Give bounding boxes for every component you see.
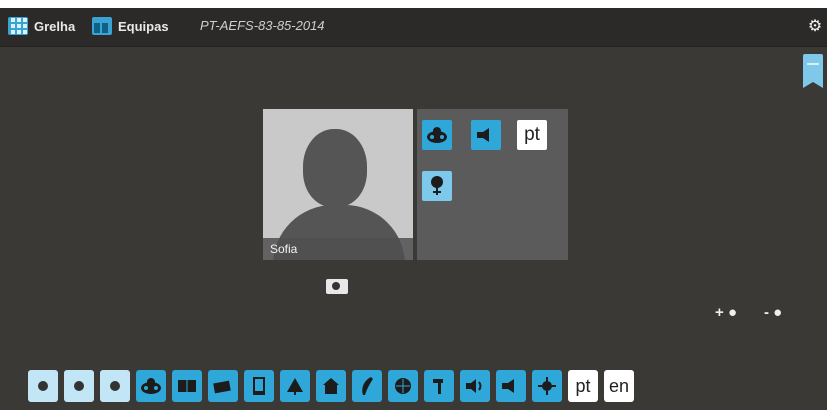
male-dot: [74, 381, 84, 391]
language-tile-pt[interactable]: pt: [568, 370, 598, 402]
teams-icon: [92, 17, 112, 35]
neutral-dot: [110, 381, 120, 391]
tablet-icon[interactable]: [244, 370, 274, 402]
feather-icon[interactable]: [352, 370, 382, 402]
nav-grelha[interactable]: Grelha: [8, 15, 75, 37]
person-icon: ●: [773, 304, 783, 321]
ladybug-icon[interactable]: [136, 370, 166, 402]
speaker-loud-icon[interactable]: [460, 370, 490, 402]
add-person-label: +: [715, 304, 724, 321]
female-icon[interactable]: [28, 370, 58, 402]
remove-person-button[interactable]: - ●: [764, 304, 782, 321]
pin-icon[interactable]: [422, 171, 452, 201]
app-frame: Grelha Equipas PT-AEFS-83-85-2014 ⚙ Sofi…: [0, 8, 827, 410]
tree-icon[interactable]: [280, 370, 310, 402]
attribute-panel: pt: [417, 109, 568, 260]
profile-photo[interactable]: Sofia: [263, 109, 413, 260]
house-icon[interactable]: [316, 370, 346, 402]
female-dot: [38, 381, 48, 391]
male-icon[interactable]: [64, 370, 94, 402]
session-id: PT-AEFS-83-85-2014: [200, 18, 325, 33]
nav-equipas[interactable]: Equipas: [92, 15, 169, 37]
speaker-icon[interactable]: [471, 120, 501, 150]
sun-icon[interactable]: [532, 370, 562, 402]
language-tile-en[interactable]: en: [604, 370, 634, 402]
top-navigation-bar: Grelha Equipas PT-AEFS-83-85-2014 ⚙: [0, 8, 827, 47]
language-tile-pt[interactable]: pt: [517, 120, 547, 150]
nav-grelha-label: Grelha: [34, 18, 76, 34]
remove-person-label: -: [764, 304, 769, 321]
neutral-icon[interactable]: [100, 370, 130, 402]
bookmark-ribbon-icon[interactable]: [803, 54, 823, 88]
gear-icon[interactable]: ⚙: [807, 19, 823, 35]
bottom-palette: pt en: [28, 370, 634, 402]
camera-icon[interactable]: [326, 279, 348, 294]
grid-icon: [8, 17, 28, 35]
hammer-icon[interactable]: [424, 370, 454, 402]
nav-equipas-label: Equipas: [118, 18, 169, 34]
profile-name: Sofia: [263, 238, 413, 260]
ladybug-icon[interactable]: [422, 120, 452, 150]
person-icon: ●: [727, 304, 737, 321]
globe-icon[interactable]: [388, 370, 418, 402]
cards-icon[interactable]: [208, 370, 238, 402]
book-icon[interactable]: [172, 370, 202, 402]
add-person-button[interactable]: + ●: [715, 304, 737, 321]
silhouette-head: [303, 129, 367, 207]
speaker-icon[interactable]: [496, 370, 526, 402]
